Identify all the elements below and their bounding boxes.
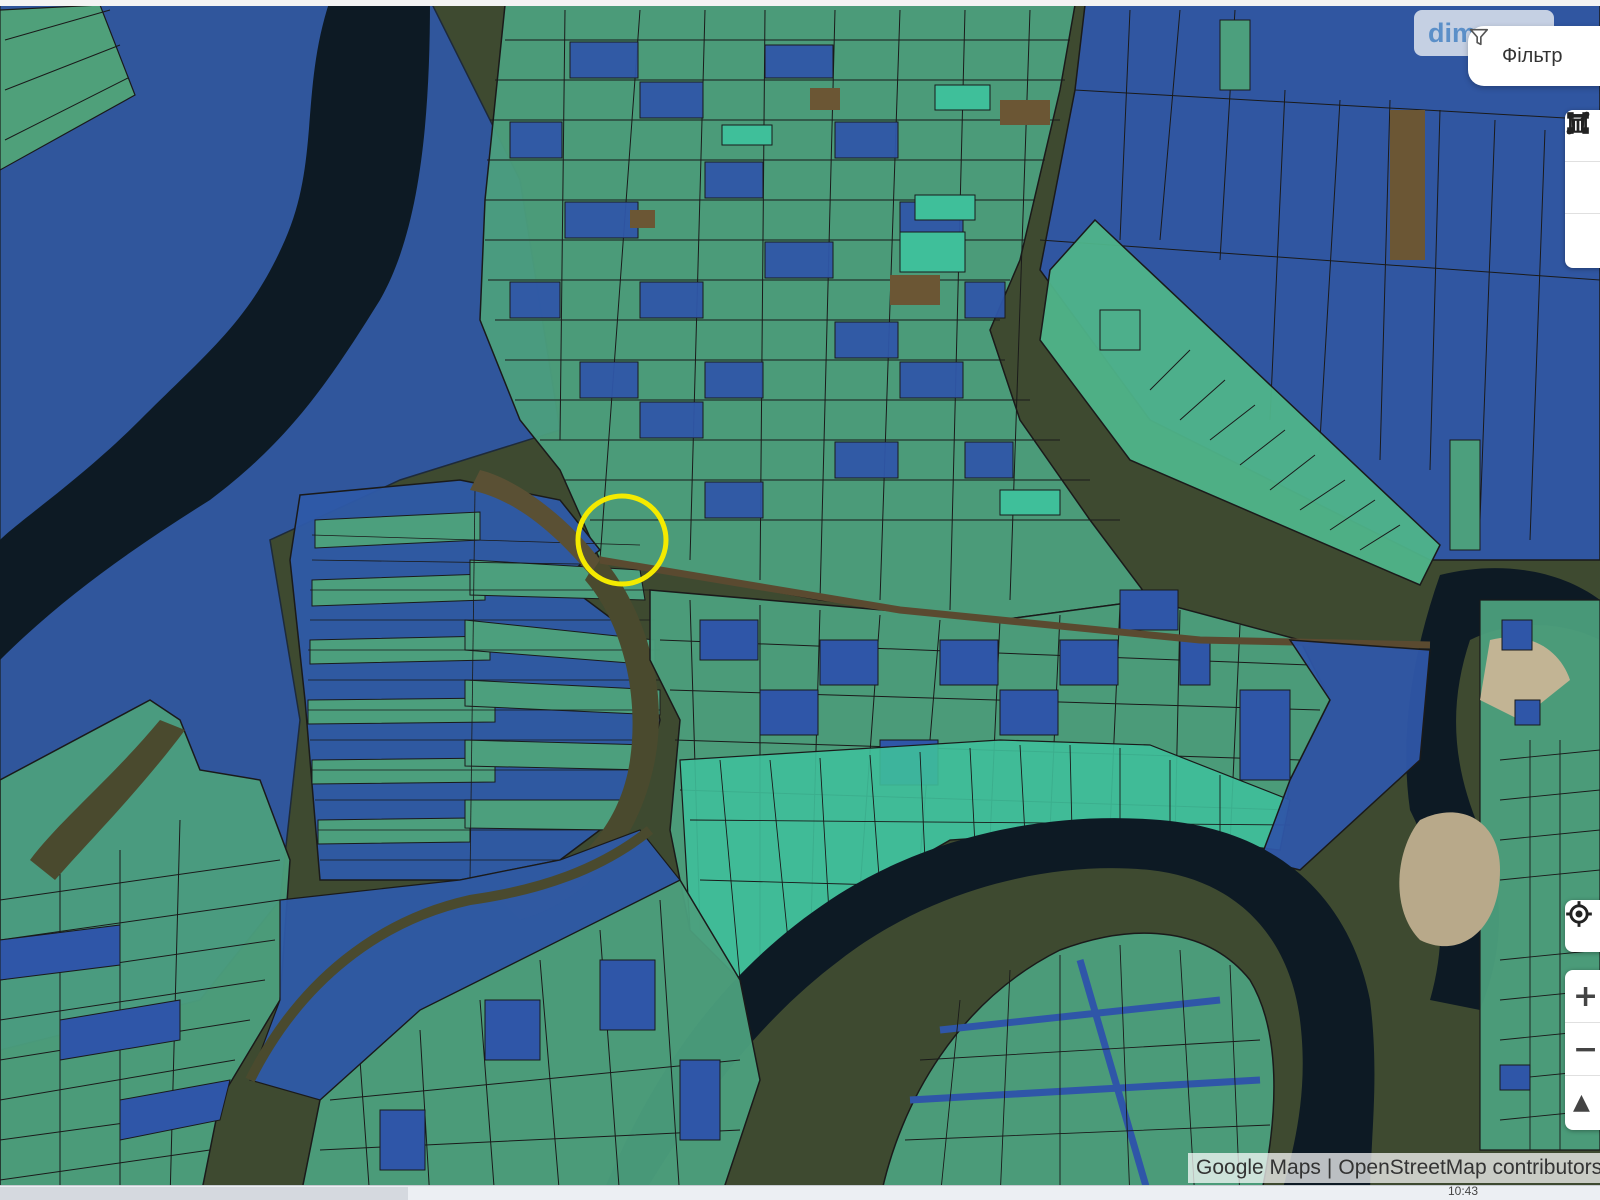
map-canvas[interactable] — [0, 0, 1600, 1200]
attribution-separator: | — [1326, 1156, 1333, 1179]
bottom-scrollbar[interactable]: 10:43 — [0, 1184, 1600, 1200]
scrollbar-thumb[interactable] — [0, 1187, 408, 1200]
zoom-control: + − ▲ — [1565, 970, 1600, 1130]
attribution-google-link[interactable]: Google Maps — [1196, 1156, 1321, 1179]
status-time: 10:43 — [1448, 1184, 1479, 1198]
delete-shape-button[interactable] — [1565, 114, 1600, 266]
filter-button-label: Фільтр — [1502, 44, 1563, 67]
attribution-osm-link[interactable]: OpenStreetMap contributors — [1338, 1156, 1600, 1179]
zoom-out-button[interactable]: − — [1565, 1023, 1600, 1076]
top-window-strip — [0, 0, 1600, 6]
filter-button[interactable]: Фільтр — [1468, 26, 1600, 86]
map-attribution: Google Maps | OpenStreetMap contributors — [1188, 1153, 1600, 1183]
compass-north-button[interactable]: ▲ — [1565, 1076, 1600, 1129]
map-view[interactable]: dim Фільтр + − ▲ Google Maps | OpenStree… — [0, 0, 1600, 1200]
zoom-in-button[interactable]: + — [1565, 970, 1600, 1023]
draw-toolbar — [1565, 110, 1600, 268]
parcel-brown-ne — [1390, 110, 1425, 260]
draw-rectangle-button[interactable] — [1565, 112, 1600, 214]
locate-button[interactable] — [1565, 900, 1600, 952]
